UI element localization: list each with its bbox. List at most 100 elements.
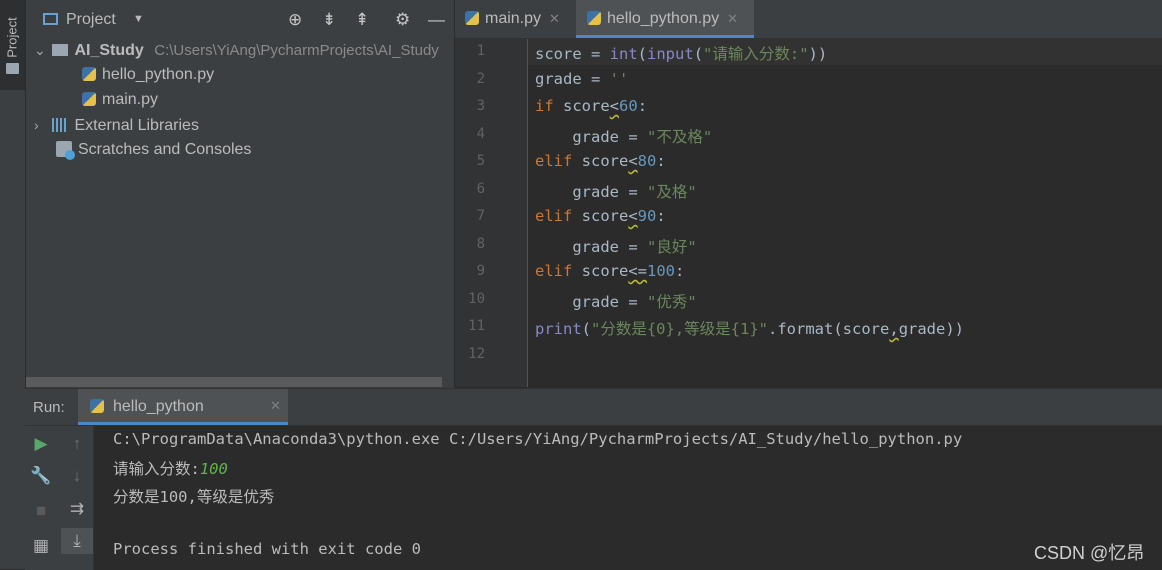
tree-item-label: AI_Study — [74, 42, 144, 59]
tree-item-label: main.py — [102, 91, 159, 108]
library-icon — [52, 118, 69, 132]
code-token: , — [889, 320, 899, 338]
code-token: elif — [535, 207, 573, 225]
line-number: 1 — [476, 43, 485, 59]
code-line: score = int(input("请输入分数:")) — [535, 42, 827, 64]
code-token: grade = — [535, 238, 647, 256]
tab-label: main.py — [485, 10, 542, 27]
tab-label: hello_python.py — [607, 10, 720, 27]
wrench-icon[interactable]: 🔧 — [25, 466, 57, 486]
code-token: elif — [535, 262, 573, 280]
console-prompt: 请输入分数: — [113, 460, 200, 478]
code-line: if score<60: — [535, 97, 647, 115]
code-token: "不及格" — [646, 128, 713, 146]
project-tool-tab-label: Project — [4, 17, 20, 58]
line-number: 7 — [476, 208, 485, 224]
code-token: int — [609, 45, 638, 63]
code-token: < — [628, 152, 638, 170]
line-number: 6 — [476, 181, 485, 197]
line-number: 12 — [468, 346, 485, 362]
expand-all-icon[interactable]: ⇟ — [322, 10, 336, 30]
code-token: < — [628, 207, 638, 225]
tree-item-label: Scratches and Consoles — [78, 141, 252, 158]
code-token: "及格" — [646, 183, 697, 201]
code-line: grade = "不及格" — [535, 125, 712, 147]
horizontal-scrollbar[interactable] — [26, 377, 442, 387]
scroll-to-end-icon[interactable]: ⤓ — [61, 528, 93, 554]
code-token: grade = — [535, 183, 647, 201]
soft-wrap-icon[interactable]: ⇉ — [61, 499, 93, 519]
code-token: input — [647, 45, 694, 63]
line-number: 3 — [476, 98, 485, 114]
code-line: elif score<=100: — [535, 262, 684, 280]
tree-item-scratches[interactable]: Scratches and Consoles — [56, 138, 251, 162]
code-token: < — [609, 97, 620, 115]
code-token: score — [572, 152, 629, 170]
python-file-icon — [465, 11, 479, 25]
close-icon[interactable]: ✕ — [549, 11, 560, 26]
code-token: '' — [609, 70, 629, 88]
code-token: = — [581, 45, 610, 63]
code-token: .format(score — [768, 320, 890, 338]
chevron-down-icon[interactable]: ⌄ — [34, 38, 48, 62]
close-icon[interactable]: ✕ — [270, 398, 281, 414]
minimize-icon[interactable]: — — [428, 10, 445, 30]
code-token: "分数是{0},等级是{1}" — [591, 320, 769, 338]
layout-icon[interactable]: ▦ — [25, 536, 57, 556]
code-line: grade = '' — [535, 70, 628, 88]
console-output-line: 分数是100,等级是优秀 — [113, 488, 275, 506]
chevron-right-icon[interactable]: › — [34, 113, 48, 137]
project-tool-tab[interactable]: Project — [0, 0, 25, 90]
line-number: 10 — [468, 291, 485, 307]
line-number: 11 — [468, 318, 485, 334]
tree-item-label: hello_python.py — [102, 66, 215, 83]
code-token: grade = — [535, 293, 647, 311]
console-toolbar: ↑ ↓ ⇉ ⤓ — [61, 426, 94, 570]
code-token: : — [675, 262, 685, 280]
python-file-icon — [82, 92, 96, 106]
code-token: "优秀" — [646, 293, 697, 311]
tab-hello-python-py[interactable]: hello_python.py ✕ — [576, 0, 754, 38]
stop-icon[interactable]: ■ — [25, 501, 57, 521]
tree-item-hello-python[interactable]: hello_python.py — [82, 63, 214, 87]
code-token: score — [572, 207, 629, 225]
chevron-down-icon[interactable]: ▼ — [133, 13, 144, 25]
collapse-all-icon[interactable]: ⇞ — [355, 10, 369, 30]
close-icon[interactable]: ✕ — [727, 11, 738, 26]
line-number: 8 — [476, 236, 485, 252]
code-token: 60 — [619, 97, 638, 115]
locate-icon[interactable]: ⊕ — [288, 10, 302, 30]
code-token: grade)) — [898, 320, 965, 338]
code-token: grade = — [535, 70, 610, 88]
line-number: 5 — [476, 153, 485, 169]
code-line: grade = "优秀" — [535, 290, 697, 312]
code-line: grade = "良好" — [535, 235, 696, 257]
python-file-icon — [90, 399, 104, 413]
project-header: Project ▼ ⊕ ⇟ ⇞ ⚙ — — [26, 0, 454, 38]
tree-item-main[interactable]: main.py — [82, 88, 158, 112]
python-file-icon — [82, 67, 96, 81]
code-token: if — [535, 97, 554, 115]
code-line: print("分数是{0},等级是{1}".format(score,grade… — [535, 317, 964, 339]
line-number: 9 — [476, 263, 485, 279]
code-token: score — [572, 262, 629, 280]
project-panel: Project ▼ ⊕ ⇟ ⇞ ⚙ — ⌄ AI_Study C:\Users\… — [26, 0, 454, 388]
arrow-down-icon[interactable]: ↓ — [61, 466, 93, 486]
tab-main-py[interactable]: main.py ✕ — [465, 0, 575, 38]
gear-icon[interactable]: ⚙ — [395, 10, 410, 30]
arrow-up-icon[interactable]: ↑ — [61, 434, 93, 454]
tree-item-label: External Libraries — [74, 117, 199, 134]
run-tab-label: hello_python — [113, 398, 204, 415]
run-tab-hello-python[interactable]: hello_python ✕ — [78, 389, 288, 425]
folder-icon — [52, 44, 69, 56]
project-view-selector[interactable]: Project — [66, 11, 116, 29]
run-header: Run: hello_python ✕ — [25, 389, 1162, 426]
tree-item-ai-study[interactable]: ⌄ AI_Study C:\Users\YiAng\PycharmProject… — [34, 38, 439, 62]
project-window-icon — [43, 13, 58, 25]
code-editor[interactable]: 1 2 3 4 5 6 7 8 9 10 11 12 score = int(i… — [455, 39, 1162, 387]
rerun-icon[interactable]: ▶ — [25, 434, 57, 454]
code-token: ( — [693, 45, 704, 63]
line-number: 4 — [476, 126, 485, 142]
code-token: elif — [535, 152, 573, 170]
tree-item-external-libraries[interactable]: › External Libraries — [34, 113, 199, 137]
